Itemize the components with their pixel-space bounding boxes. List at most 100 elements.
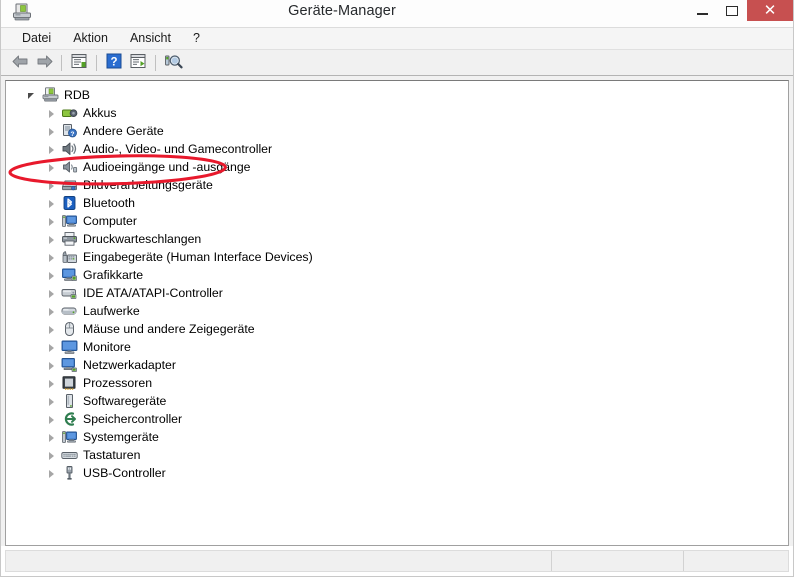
show-hidden-button[interactable] (126, 52, 150, 74)
forward-button[interactable] (32, 52, 56, 74)
expander-collapsed-icon[interactable] (46, 161, 59, 174)
hid-icon (61, 249, 78, 265)
tree-item-label: Akkus (83, 106, 117, 120)
content-area: RDB Akkus ? Andere Geräte Audio-, Video-… (1, 76, 793, 546)
window-title: Geräte-Manager (288, 3, 396, 19)
network-adapter-icon (61, 357, 78, 373)
expander-collapsed-icon[interactable] (46, 359, 59, 372)
tree-item-label: Druckwarteschlangen (83, 232, 202, 246)
expander-collapsed-icon[interactable] (46, 395, 59, 408)
tree-item-bildverarbeitungsgeraete[interactable]: Bildverarbeitungsgeräte (6, 176, 788, 194)
tree-item-laufwerke[interactable]: Laufwerke (6, 302, 788, 320)
tree-item-label: Speichercontroller (83, 412, 183, 426)
audio-speaker-icon (61, 141, 78, 157)
tree-item-eingabegeraete[interactable]: Eingabegeräte (Human Interface Devices) (6, 248, 788, 266)
keyboard-icon (61, 447, 78, 463)
tree-item-prozessoren[interactable]: Prozessoren (6, 374, 788, 392)
tree-item-maeuse[interactable]: Mäuse und andere Zeigegeräte (6, 320, 788, 338)
tree-item-label: Softwaregeräte (83, 394, 167, 408)
processor-icon (61, 375, 78, 391)
tree-item-netzwerkadapter[interactable]: Netzwerkadapter (6, 356, 788, 374)
expander-collapsed-icon[interactable] (46, 323, 59, 336)
menu-datei[interactable]: Datei (13, 30, 60, 47)
battery-icon (61, 105, 78, 121)
expander-collapsed-icon[interactable] (46, 467, 59, 480)
help-button[interactable]: ? (102, 52, 126, 74)
device-tree-panel[interactable]: RDB Akkus ? Andere Geräte Audio-, Video-… (5, 80, 789, 546)
tree-item-akkus[interactable]: Akkus (6, 104, 788, 122)
toolbar: ? (1, 50, 793, 76)
tree-item-systemgeraete[interactable]: Systemgeräte (6, 428, 788, 446)
tree-item-audio-video-game[interactable]: Audio-, Video- und Gamecontroller (6, 140, 788, 158)
expander-collapsed-icon[interactable] (46, 269, 59, 282)
expander-collapsed-icon[interactable] (46, 233, 59, 246)
tree-item-label: Bildverarbeitungsgeräte (83, 178, 213, 192)
scan-hardware-button[interactable] (161, 52, 185, 74)
tree-item-druckwarteschlangen[interactable]: Druckwarteschlangen (6, 230, 788, 248)
expander-collapsed-icon[interactable] (46, 197, 59, 210)
expander-collapsed-icon[interactable] (46, 431, 59, 444)
tree-item-computer[interactable]: Computer (6, 212, 788, 230)
status-pane-2 (552, 551, 684, 571)
expander-collapsed-icon[interactable] (46, 413, 59, 426)
tree-item-monitore[interactable]: Monitore (6, 338, 788, 356)
monitor-icon (61, 339, 78, 355)
software-device-icon (61, 393, 78, 409)
help-question-icon: ? (106, 53, 122, 72)
tree-item-label: Bluetooth (83, 196, 135, 210)
back-button[interactable] (8, 52, 32, 74)
system-device-icon (61, 429, 78, 445)
tree-item-bluetooth[interactable]: Bluetooth (6, 194, 788, 212)
maximize-button[interactable] (717, 0, 747, 21)
tree-item-speichercontroller[interactable]: Speichercontroller (6, 410, 788, 428)
tree-item-root-label: RDB (64, 88, 90, 102)
tree-item-label: Monitore (83, 340, 131, 354)
expander-collapsed-icon[interactable] (46, 215, 59, 228)
show-devices-icon (129, 53, 147, 72)
expander-collapsed-icon[interactable] (46, 251, 59, 264)
tree-item-usb-controller[interactable]: USB-Controller (6, 464, 788, 482)
menu-ansicht[interactable]: Ansicht (121, 30, 180, 47)
expander-collapsed-icon[interactable] (46, 341, 59, 354)
menu-help[interactable]: ? (184, 30, 209, 47)
svg-text:?: ? (110, 56, 117, 68)
tree-item-audio-io[interactable]: Audioeingänge und -ausgänge (6, 158, 788, 176)
status-bar (5, 550, 789, 572)
window-controls: ✕ (687, 0, 793, 27)
device-tree: RDB Akkus ? Andere Geräte Audio-, Video-… (6, 86, 788, 482)
status-pane-1 (6, 551, 552, 571)
toolbar-separator (155, 54, 156, 71)
expander-collapsed-icon[interactable] (46, 305, 59, 318)
tree-item-andere-geraete[interactable]: ? Andere Geräte (6, 122, 788, 140)
tree-item-tastaturen[interactable]: Tastaturen (6, 446, 788, 464)
tree-item-root[interactable]: RDB (6, 86, 788, 104)
expander-collapsed-icon[interactable] (46, 449, 59, 462)
tree-item-grafikkarte[interactable]: Grafikkarte (6, 266, 788, 284)
expander-collapsed-icon[interactable] (46, 143, 59, 156)
expander-expanded-icon[interactable] (27, 89, 40, 102)
scan-hardware-icon (164, 53, 183, 72)
svg-text:?: ? (71, 131, 75, 138)
expander-collapsed-icon[interactable] (46, 107, 59, 120)
tree-item-label: Audioeingänge und -ausgänge (83, 160, 251, 174)
expander-collapsed-icon[interactable] (46, 377, 59, 390)
storage-controller-icon (61, 411, 78, 427)
bluetooth-icon (61, 195, 78, 211)
device-manager-icon (12, 3, 32, 22)
printer-icon (61, 231, 78, 247)
toolbar-separator (61, 54, 62, 71)
expander-collapsed-icon[interactable] (46, 287, 59, 300)
menu-aktion[interactable]: Aktion (64, 30, 117, 47)
close-button[interactable]: ✕ (747, 0, 793, 21)
tree-item-ide-controller[interactable]: IDE ATA/ATAPI-Controller (6, 284, 788, 302)
expander-collapsed-icon[interactable] (46, 179, 59, 192)
display-adapter-icon (61, 267, 78, 283)
computer-icon (61, 213, 78, 229)
minimize-button[interactable] (687, 0, 717, 21)
tree-item-label: Systemgeräte (83, 430, 159, 444)
audio-io-icon (61, 159, 78, 175)
expander-collapsed-icon[interactable] (46, 125, 59, 138)
minimize-icon (696, 12, 708, 15)
properties-button[interactable] (67, 52, 91, 74)
tree-item-softwaregeraete[interactable]: Softwaregeräte (6, 392, 788, 410)
